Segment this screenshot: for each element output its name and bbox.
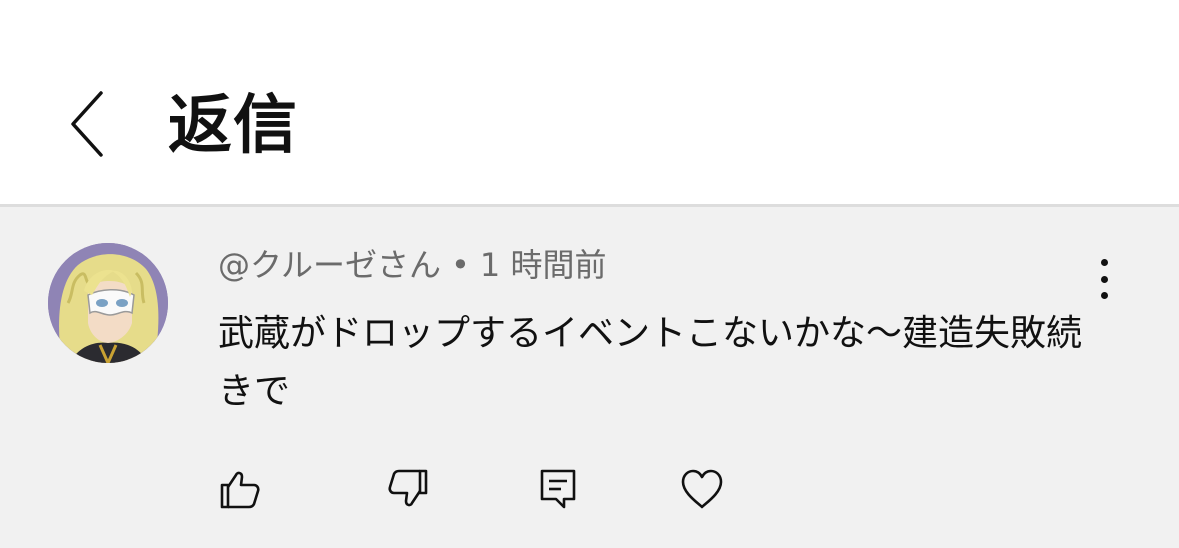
reply-comment-icon: [540, 469, 576, 509]
comment-meta: @クルーゼさん • 1 時間前: [218, 245, 606, 285]
avatar-image: [48, 243, 168, 363]
more-vertical-icon: [1100, 259, 1108, 266]
meta-separator: •: [451, 246, 470, 284]
avatar[interactable]: [48, 243, 168, 363]
app-header: 返信: [0, 0, 1179, 204]
page-title: 返信: [168, 89, 298, 163]
back-button[interactable]: [52, 86, 122, 162]
thumbs-down-icon: [388, 469, 428, 507]
heart-icon: [681, 469, 723, 509]
chevron-left-icon: [71, 91, 103, 157]
comment-author[interactable]: @クルーゼさん: [218, 246, 441, 284]
dislike-button[interactable]: [384, 465, 432, 513]
comment-item: @クルーゼさん • 1 時間前 武蔵がドロップするイベントこないかな〜建造失敗続きで: [0, 207, 1179, 548]
more-options-button[interactable]: [1084, 257, 1124, 301]
heart-button[interactable]: [678, 465, 726, 513]
reply-button[interactable]: [534, 465, 582, 513]
thumbs-up-icon: [220, 471, 260, 509]
like-button[interactable]: [216, 465, 264, 513]
comment-timestamp: 1 時間前: [479, 246, 607, 284]
comment-text: 武蔵がドロップするイベントこないかな〜建造失敗続きで: [218, 313, 1083, 412]
